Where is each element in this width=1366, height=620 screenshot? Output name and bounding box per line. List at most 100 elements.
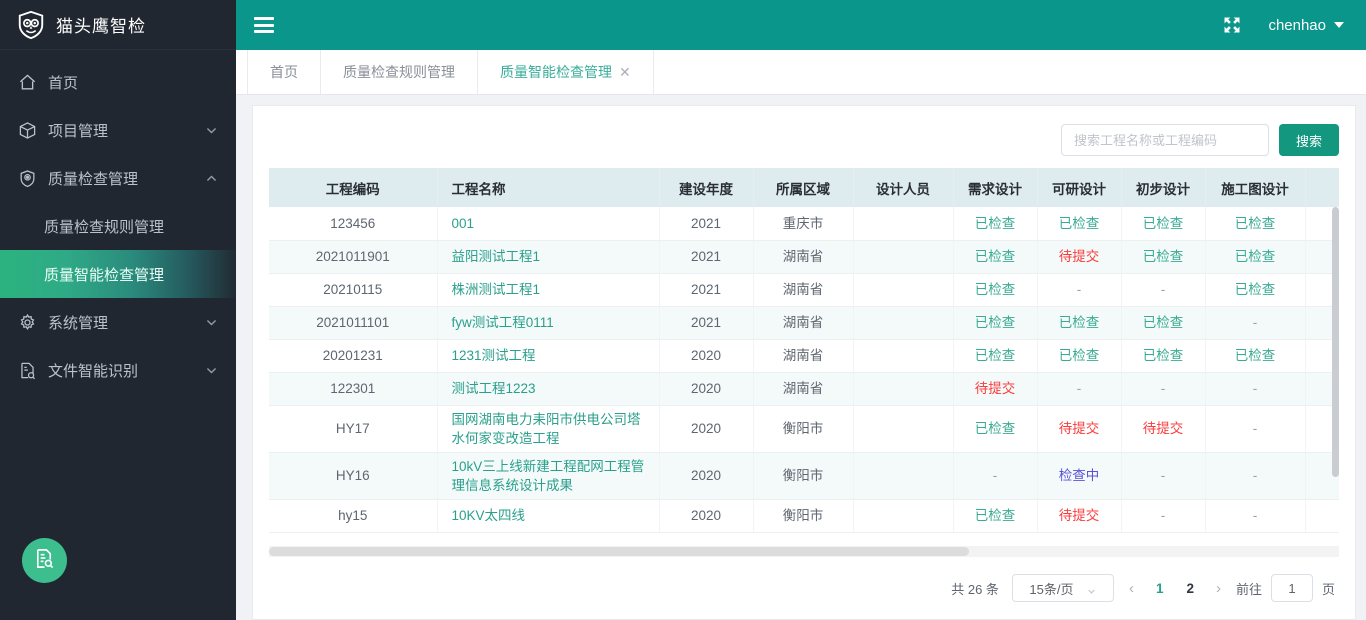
cell-project-name[interactable]: 株洲测试工程1 (437, 273, 660, 307)
cell-feasibility-design-status[interactable]: 待提交 (1037, 499, 1122, 533)
user-menu[interactable]: chenhao (1268, 17, 1344, 34)
table-row[interactable]: 2021011101 fyw测试工程0111 2021 湖南省 已检查 已检查 已检查 - (269, 306, 1339, 340)
cell-project-name[interactable]: 1231测试工程 (437, 339, 660, 373)
cell-requirement-design-status[interactable]: 已检查 (953, 240, 1038, 274)
pagination-jump-input[interactable] (1270, 574, 1313, 602)
table-row[interactable]: 123456 001 2021 重庆市 已检查 已检查 已检查 已检查 (269, 207, 1339, 241)
cell-requirement-design-status[interactable]: 待提交 (953, 372, 1038, 406)
cell-project-name[interactable]: 001 (437, 207, 660, 241)
cell-feasibility-design-status[interactable]: 待提交 (1037, 240, 1122, 274)
project-name-link[interactable]: 10KV太四线 (452, 508, 526, 523)
tab-home[interactable]: 首页 (247, 50, 321, 94)
project-name-link[interactable]: 001 (452, 216, 475, 231)
cell-feasibility-design-status[interactable]: 待提交 (1037, 405, 1122, 453)
table-horizontal-scrollbar-thumb[interactable] (269, 547, 969, 556)
table-row[interactable]: hy15 10KV太四线 2020 衡阳市 已检查 待提交 - - (269, 499, 1339, 533)
tab-label: 首页 (270, 64, 298, 80)
cell-feasibility-design-status[interactable]: 检查中 (1037, 452, 1122, 500)
cell-preliminary-design-status[interactable]: 已检查 (1121, 207, 1206, 241)
project-name-link[interactable]: 株洲测试工程1 (452, 282, 541, 297)
floating-document-search-button[interactable] (22, 538, 67, 583)
col-header-construction[interactable]: 施工图设计 (1205, 168, 1306, 207)
table-row[interactable]: 20210115 株洲测试工程1 2021 湖南省 已检查 - - 已检查 (269, 273, 1339, 307)
page-size-select[interactable]: 15条/页 (1011, 574, 1114, 602)
pagination-page-2[interactable]: 2 (1179, 581, 1201, 596)
sidebar-item-quality-check[interactable]: 质量检查管理 (0, 154, 236, 202)
col-header-region[interactable]: 所属区域 (753, 168, 854, 207)
col-header-completion[interactable]: 竣 (1305, 168, 1339, 207)
file-scan-icon (18, 361, 37, 380)
owl-shield-icon (16, 10, 46, 40)
tab-rule-management[interactable]: 质量检查规则管理 (320, 50, 478, 94)
cell-preliminary-design-status[interactable]: 已检查 (1121, 240, 1206, 274)
table-vertical-scrollbar[interactable] (1332, 207, 1339, 477)
cell-preliminary-design-status: - (1121, 452, 1206, 500)
col-header-designer[interactable]: 设计人员 (853, 168, 954, 207)
cell-construction-design-status[interactable]: 已检查 (1205, 240, 1306, 274)
tab-smart-check-management[interactable]: 质量智能检查管理 ✕ (477, 50, 654, 94)
sidebar-item-rule-management[interactable]: 质量检查规则管理 (0, 202, 236, 250)
status-badge: 待提交 (1142, 421, 1184, 436)
cell-construction-design-status[interactable]: 已检查 (1205, 207, 1306, 241)
table-row[interactable]: 20201231 1231测试工程 2020 湖南省 已检查 已检查 已检查 已检查 (269, 339, 1339, 373)
table-row[interactable]: 2021011901 益阳测试工程1 2021 湖南省 已检查 待提交 已检查 已检查 (269, 240, 1339, 274)
project-name-link[interactable]: 国网湖南电力耒阳市供电公司塔水何家变改造工程 (452, 412, 641, 446)
sidebar-item-file-recognition[interactable]: 文件智能识别 (0, 346, 236, 394)
col-header-feasibility[interactable]: 可研设计 (1037, 168, 1122, 207)
col-header-code[interactable]: 工程编码 (269, 168, 438, 207)
sidebar-item-home[interactable]: 首页 (0, 58, 236, 106)
cell-requirement-design-status[interactable]: 已检查 (953, 306, 1038, 340)
cell-construction-design-status: - (1205, 405, 1306, 453)
sidebar-item-system[interactable]: 系统管理 (0, 298, 236, 346)
chevron-down-icon (205, 124, 218, 137)
project-name-link[interactable]: 1231测试工程 (452, 348, 536, 363)
table-horizontal-scrollbar-track[interactable] (269, 546, 1339, 557)
cell-project-name[interactable]: fyw测试工程0111 (437, 306, 660, 340)
cell-requirement-design-status[interactable]: 已检查 (953, 207, 1038, 241)
project-name-link[interactable]: 测试工程1223 (452, 381, 536, 396)
table-row[interactable]: HY16 10kV三上线新建工程配网工程管理信息系统设计成果 2020 衡阳市 - 检查中… (269, 452, 1339, 500)
cell-requirement-design-status[interactable]: 已检查 (953, 273, 1038, 307)
col-header-name[interactable]: 工程名称 (437, 168, 660, 207)
cell-project-name[interactable]: 国网湖南电力耒阳市供电公司塔水何家变改造工程 (437, 405, 660, 453)
cell-requirement-design-status[interactable]: 已检查 (953, 405, 1038, 453)
cell-construction-design-status[interactable]: 已检查 (1205, 273, 1306, 307)
cell-project-name[interactable]: 10kV三上线新建工程配网工程管理信息系统设计成果 (437, 452, 660, 500)
cell-construction-design-status[interactable]: 已检查 (1205, 339, 1306, 373)
cell-project-name[interactable]: 益阳测试工程1 (437, 240, 660, 274)
project-name-link[interactable]: 益阳测试工程1 (452, 249, 541, 264)
project-name-link[interactable]: fyw测试工程0111 (452, 315, 554, 330)
pagination-next-button[interactable]: › (1210, 580, 1227, 597)
cell-preliminary-design-status[interactable]: 已检查 (1121, 339, 1206, 373)
table-row[interactable]: 122301 测试工程1223 2020 湖南省 待提交 - - - (269, 372, 1339, 406)
status-badge: - (1076, 282, 1082, 297)
cell-designer (853, 240, 954, 274)
status-badge: 已检查 (1058, 215, 1100, 231)
cell-requirement-design-status[interactable]: 已检查 (953, 339, 1038, 373)
table-row[interactable]: HY17 国网湖南电力耒阳市供电公司塔水何家变改造工程 2020 衡阳市 已检查 待提交 待… (269, 405, 1339, 453)
cell-project-code: 123456 (269, 207, 438, 241)
cell-project-name[interactable]: 测试工程1223 (437, 372, 660, 406)
col-header-preliminary[interactable]: 初步设计 (1121, 168, 1206, 207)
sidebar-item-project[interactable]: 项目管理 (0, 106, 236, 154)
pagination-prev-button[interactable]: ‹ (1123, 580, 1140, 597)
project-name-link[interactable]: 10kV三上线新建工程配网工程管理信息系统设计成果 (452, 459, 645, 493)
cell-requirement-design-status[interactable]: 已检查 (953, 499, 1038, 533)
hamburger-icon[interactable] (254, 17, 274, 33)
cell-project-name[interactable]: 10KV太四线 (437, 499, 660, 533)
cell-feasibility-design-status[interactable]: 已检查 (1037, 306, 1122, 340)
sidebar-item-smart-check-management[interactable]: 质量智能检查管理 (0, 250, 236, 298)
fullscreen-expand-icon[interactable] (1222, 15, 1242, 35)
cell-feasibility-design-status[interactable]: 已检查 (1037, 339, 1122, 373)
brand-logo[interactable]: 猫头鹰智检 (0, 0, 236, 50)
search-input[interactable] (1060, 124, 1269, 156)
search-button[interactable]: 搜索 (1278, 124, 1339, 156)
cell-feasibility-design-status[interactable]: 已检查 (1037, 207, 1122, 241)
close-icon[interactable]: ✕ (619, 65, 631, 79)
status-badge: 已检查 (1142, 215, 1184, 231)
cell-preliminary-design-status[interactable]: 待提交 (1121, 405, 1206, 453)
col-header-year[interactable]: 建设年度 (659, 168, 754, 207)
pagination-page-1[interactable]: 1 (1149, 581, 1171, 596)
col-header-requirement[interactable]: 需求设计 (953, 168, 1038, 207)
cell-preliminary-design-status[interactable]: 已检查 (1121, 306, 1206, 340)
